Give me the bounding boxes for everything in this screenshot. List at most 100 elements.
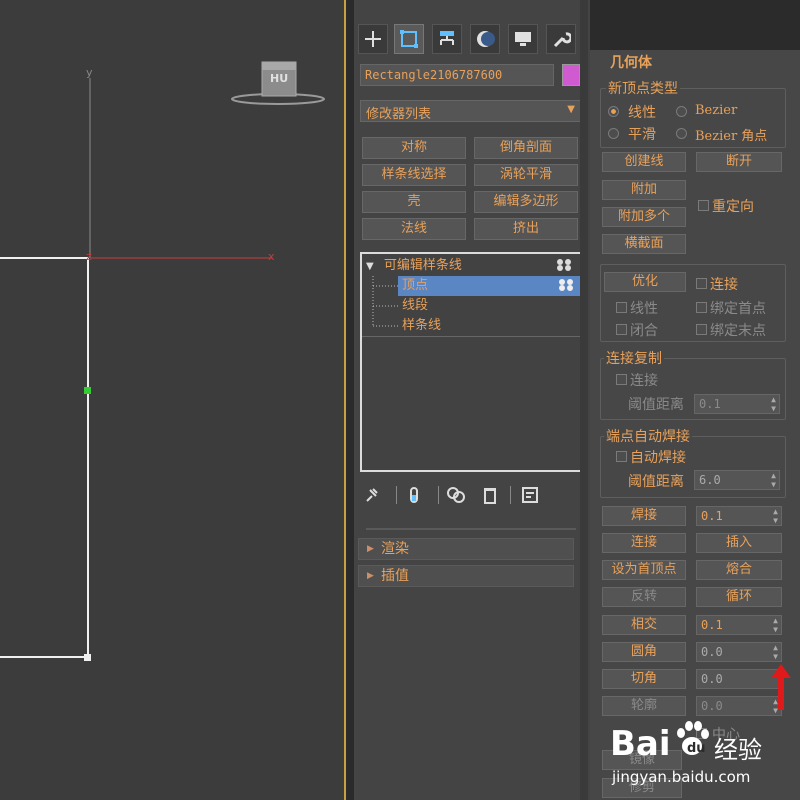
bind-last-label: 绑定末点	[710, 323, 766, 339]
axis-x-label: x	[268, 250, 275, 263]
fuse-button[interactable]: 熔合	[696, 560, 782, 580]
tab-modify[interactable]	[394, 24, 424, 54]
rollout-rendering-label: 渲染	[381, 541, 409, 557]
spinner-arrows-icon: ▲ ▼	[773, 507, 778, 525]
modify-icon	[400, 30, 418, 48]
baidu-jingyan-watermark: Bai du 经验 jingyan.baidu.com	[604, 710, 800, 800]
tab-create[interactable]	[358, 24, 388, 54]
show-end-result-button[interactable]	[404, 484, 424, 506]
connect-label: 连接	[710, 277, 738, 293]
watermark-brand-b: 经验	[714, 736, 762, 764]
auto-weld-checkbox[interactable]	[616, 451, 627, 462]
radio-linear-label: 线性	[628, 105, 656, 121]
reorient-checkbox[interactable]	[698, 200, 709, 211]
rollout-divider	[366, 528, 576, 530]
modifier-stack[interactable]: ▼ 可编辑样条线 顶点 线段 样条线	[360, 252, 582, 472]
stack-item-spline[interactable]: 样条线	[402, 316, 441, 336]
modifier-list-label: 修改器列表	[366, 107, 432, 122]
cross-section-button[interactable]: 横截面	[602, 234, 686, 254]
modifier-button-spline-select[interactable]: 样条线选择	[362, 164, 466, 186]
cross-insert-spinner[interactable]: 0.1 ▲ ▼	[696, 615, 782, 635]
rollout-rendering[interactable]: ▶ 渲染	[358, 538, 574, 560]
auto-weld-threshold-label: 阈值距离	[628, 474, 684, 490]
tab-utilities[interactable]	[546, 24, 576, 54]
spinner-arrows-icon: ▲ ▼	[771, 395, 776, 413]
auto-weld-threshold-spinner[interactable]: 6.0 ▲ ▼	[694, 470, 780, 490]
weld-button[interactable]: 焊接	[602, 506, 686, 526]
stack-root-row[interactable]: ▼ 可编辑样条线	[366, 256, 580, 276]
cycle-button[interactable]: 循环	[696, 587, 782, 607]
modifier-button-edit-poly[interactable]: 编辑多边形	[474, 191, 578, 213]
command-panel-scrollbar[interactable]	[580, 0, 588, 800]
chamfer-button[interactable]: 切角	[602, 669, 686, 689]
insert-button[interactable]: 插入	[696, 533, 782, 553]
stack-divider	[362, 336, 580, 337]
refine-button[interactable]: 优化	[604, 272, 686, 292]
modifier-button-turbosmooth[interactable]: 涡轮平滑	[474, 164, 578, 186]
closed-label: 闭合	[630, 323, 658, 339]
modifier-button-shell[interactable]: 壳	[362, 191, 466, 213]
modifier-button-extrude[interactable]: 挤出	[474, 218, 578, 240]
create-line-button[interactable]: 创建线	[602, 152, 686, 172]
fillet-button[interactable]: 圆角	[602, 642, 686, 662]
connect-copy-threshold-spinner[interactable]: 0.1 ▲ ▼	[694, 394, 780, 414]
modifier-button-symmetry[interactable]: 对称	[362, 137, 466, 159]
radio-bezier-corner-label: Bezier 角点	[695, 129, 768, 144]
make-unique-button[interactable]	[446, 484, 466, 506]
radio-bezier-corner[interactable]	[676, 128, 687, 139]
spinner-arrows-icon: ▲ ▼	[771, 471, 776, 489]
break-button[interactable]: 断开	[696, 152, 782, 172]
fillet-spinner[interactable]: 0.0 ▲ ▼	[696, 642, 782, 662]
attach-mult-button[interactable]: 附加多个	[602, 207, 686, 227]
object-color-swatch[interactable]	[562, 64, 580, 86]
viewport[interactable]: y x z HU	[0, 0, 346, 800]
linear-label: 线性	[630, 301, 658, 317]
radio-linear[interactable]	[608, 106, 619, 117]
tab-hierarchy[interactable]	[432, 24, 462, 54]
modifier-button-bevel-profile[interactable]: 倒角剖面	[474, 137, 578, 159]
rollout-interpolation[interactable]: ▶ 插值	[358, 565, 574, 587]
connect-checkbox[interactable]	[696, 278, 707, 289]
stack-item-segment[interactable]: 线段	[402, 296, 428, 316]
reverse-button[interactable]: 反转	[602, 587, 686, 607]
make-first-button[interactable]: 设为首顶点	[602, 560, 686, 580]
collapsed-triangle-icon: ▶	[367, 571, 374, 581]
pin-stack-button[interactable]	[362, 484, 382, 506]
tab-display[interactable]	[508, 24, 538, 54]
viewport-canvas[interactable]	[0, 0, 346, 800]
geometry-title[interactable]: 几何体	[610, 52, 652, 72]
rollout-interpolation-label: 插值	[381, 568, 409, 584]
cross-insert-value: 0.1	[701, 618, 723, 632]
object-name-field[interactable]: Rectangle2106787600	[360, 64, 554, 86]
reorient-label: 重定向	[712, 199, 754, 215]
tab-motion[interactable]	[470, 24, 500, 54]
configure-modifier-sets-button[interactable]	[520, 484, 540, 506]
radio-smooth[interactable]	[608, 128, 619, 139]
vertex-selected	[84, 387, 91, 394]
radio-bezier[interactable]	[676, 106, 687, 117]
command-panel: Rectangle2106787600 修改器列表 ▼ 对称 倒角剖面 样条线选…	[354, 0, 590, 800]
subobject-icon	[557, 259, 571, 271]
watermark-brand-a: Bai	[610, 724, 671, 764]
stack-item-vertex[interactable]: 顶点	[398, 276, 580, 296]
spinner-arrows-icon: ▲ ▼	[773, 643, 778, 661]
modifier-button-normal[interactable]: 法线	[362, 218, 466, 240]
expand-triangle-icon: ▼	[366, 261, 374, 272]
hierarchy-icon	[440, 31, 454, 45]
axis-z-label: z	[86, 250, 92, 263]
paw-icon: du	[677, 721, 709, 756]
connect-button[interactable]: 连接	[602, 533, 686, 553]
vertex-corner	[84, 654, 91, 661]
modifier-list-dropdown[interactable]: 修改器列表 ▼	[360, 100, 582, 122]
weld-spinner[interactable]: 0.1 ▲ ▼	[696, 506, 782, 526]
cross-insert-button[interactable]: 相交	[602, 615, 686, 635]
auto-weld-label: 自动焊接	[630, 450, 686, 466]
remove-modifier-button[interactable]	[480, 484, 500, 506]
bind-last-checkbox	[696, 324, 707, 335]
viewcube-label: HU	[270, 72, 289, 85]
connect-copy-label: 连接	[630, 373, 658, 389]
fillet-value: 0.0	[701, 645, 723, 659]
dropdown-arrow-icon: ▼	[567, 104, 575, 115]
motion-icon	[477, 31, 495, 47]
attach-button[interactable]: 附加	[602, 180, 686, 200]
